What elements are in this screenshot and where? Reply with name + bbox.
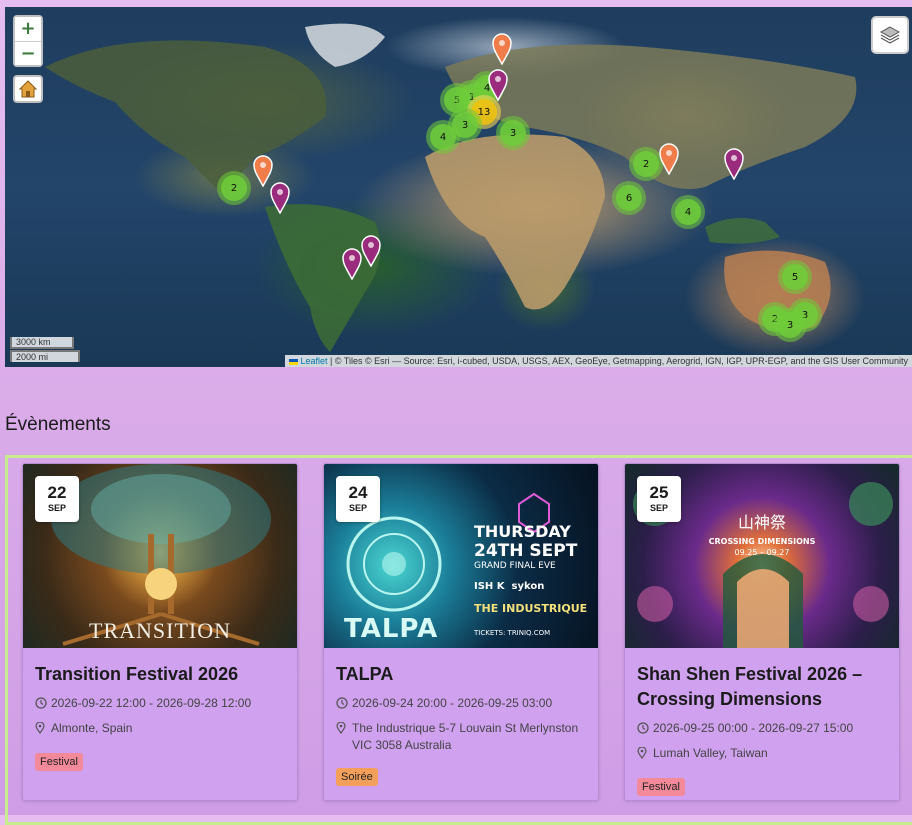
map-pin-icon[interactable] [492,33,512,65]
marker-cluster[interactable]: 4 [671,195,705,229]
event-dates: 2026-09-24 20:00 - 2026-09-25 03:00 [336,695,586,714]
location-pin-icon [336,720,352,754]
marker-cluster[interactable]: 2 [217,171,251,205]
event-dates: 2026-09-22 12:00 - 2026-09-28 12:00 [35,695,285,714]
marker-cluster[interactable]: 3 [773,308,807,342]
event-date-badge: 22 SEP [35,476,79,522]
marker-cluster[interactable]: 6 [612,181,646,215]
poster-text-block: THURSDAY 24TH SEPT GRAND FINAL EVE ISH K… [474,522,588,637]
marker-cluster[interactable]: 5 [778,260,812,294]
zoom-out-button[interactable]: − [15,41,41,65]
poster-title: TALPA [344,614,439,644]
event-card[interactable]: 25 SEP 山神祭 CROSSING DIMENSIONS 09.25 – 0… [624,463,900,801]
ukraine-flag-icon [289,358,299,365]
map-pin-icon[interactable] [270,182,290,214]
map-pin-icon[interactable] [659,143,679,175]
event-date-badge: 24 SEP [336,476,380,522]
poster-text-block: 山神祭 CROSSING DIMENSIONS 09.25 – 09.27 [708,513,816,557]
event-card[interactable]: 24 SEP TALPA THURSDAY 24TH SEPT GRAND FI… [323,463,599,801]
zoom-in-button[interactable]: + [15,17,41,41]
scale-km: 3000 km [10,337,74,349]
marker-cluster[interactable]: 3 [496,116,530,150]
location-pin-icon [35,720,51,739]
event-location: Lumah Valley, Taiwan [637,745,887,764]
marker-cluster[interactable]: 2 [629,147,663,181]
event-map[interactable]: + − 5 1 4 13 3 4 3 2 2 6 4 5 2 3 3 3000 … [5,7,912,367]
event-poster[interactable]: 24 SEP TALPA THURSDAY 24TH SEPT GRAND FI… [324,464,598,648]
event-type-tag[interactable]: Festival [637,778,685,796]
map-pin-icon[interactable] [488,69,508,101]
poster-title: TRANSITION [89,618,231,643]
layers-button[interactable] [871,16,909,54]
map-attribution: Leaflet | © Tiles © Esri — Source: Esri,… [285,355,912,367]
attribution-text: | © Tiles © Esri — Source: Esri, i-cubed… [327,356,908,366]
home-button[interactable] [13,75,43,103]
map-pin-icon[interactable] [361,235,381,267]
clock-icon [35,695,51,714]
event-title[interactable]: TALPA [336,662,586,687]
event-location: The Industrique 5-7 Louvain St Merlynsto… [336,720,586,754]
zoom-control: + − [13,15,43,67]
events-heading: Évènements [5,414,111,435]
event-card[interactable]: 22 SEP TRANSITION Transition Festival 20… [22,463,298,801]
layers-icon [879,26,901,44]
marker-cluster[interactable]: 4 [426,120,460,154]
event-dates: 2026-09-25 00:00 - 2026-09-27 15:00 [637,720,887,739]
map-pin-icon[interactable] [342,248,362,280]
map-pin-icon[interactable] [724,148,744,180]
event-title[interactable]: Transition Festival 2026 [35,662,285,687]
events-list: 22 SEP TRANSITION Transition Festival 20… [5,455,912,825]
event-location: Almonte, Spain [35,720,285,739]
event-title[interactable]: Shan Shen Festival 2026 – Crossing Dimen… [637,662,887,712]
leaflet-link[interactable]: Leaflet [300,356,327,366]
map-scale: 3000 km 2000 mi [10,337,80,362]
event-poster[interactable]: 22 SEP TRANSITION [23,464,297,648]
event-type-tag[interactable]: Festival [35,753,83,771]
scale-mi: 2000 mi [10,350,80,362]
home-icon [18,80,38,98]
event-type-tag[interactable]: Soirée [336,768,378,786]
clock-icon [336,695,352,714]
location-pin-icon [637,745,653,764]
event-poster[interactable]: 25 SEP 山神祭 CROSSING DIMENSIONS 09.25 – 0… [625,464,899,648]
clock-icon [637,720,653,739]
